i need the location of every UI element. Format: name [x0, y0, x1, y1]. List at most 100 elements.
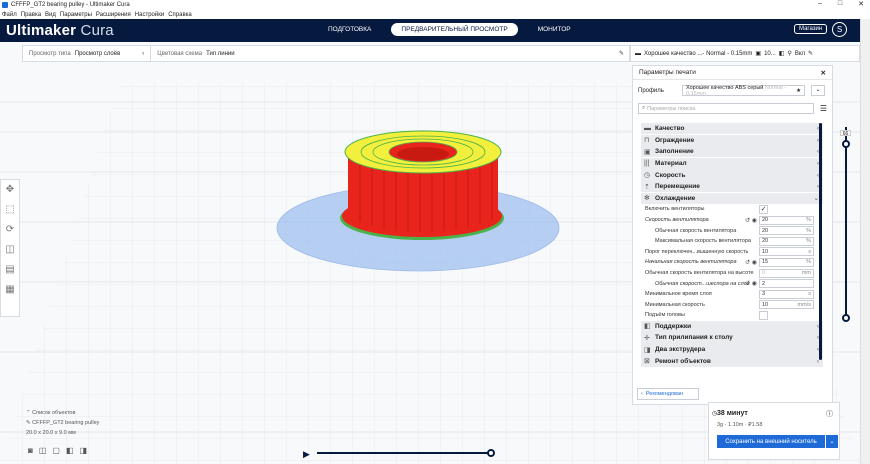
max-fan-speed-input[interactable]: 20%: [759, 236, 814, 246]
rotate-tool-icon[interactable]: ⟳: [4, 224, 16, 238]
layer-slider-top-handle[interactable]: [842, 140, 850, 148]
layer-number-label[interactable]: 66: [840, 130, 851, 137]
category-shell[interactable]: ⊓ Ограждение ‹: [641, 134, 823, 146]
close-window-button[interactable]: ✕: [858, 0, 864, 8]
front-view-icon[interactable]: ◫: [39, 446, 47, 455]
menu-edit[interactable]: Правка: [21, 12, 41, 18]
min-layer-time-input[interactable]: 3s: [759, 289, 814, 299]
recommended-button[interactable]: ‹ Рекомендован: [637, 388, 699, 400]
top-view-icon[interactable]: ▢: [52, 446, 60, 455]
category-travel[interactable]: ⇡ Перемещение ‹: [641, 180, 823, 193]
fan-layer-input[interactable]: 2: [759, 279, 814, 289]
category-adhesion[interactable]: ✛ Тип прилипания к столу ‹: [641, 332, 823, 344]
setting-fan-threshold: Порог переключен...вышенную скорость 10 s: [641, 247, 823, 258]
object-dimensions: 20.0 x 20.0 x 9.0 мм: [26, 430, 76, 436]
reset-icon[interactable]: ↺ ◉: [745, 217, 757, 224]
settings-list: ▬ Качество ‹ ⊓ Ограждение ‹ ▣ Заполнение ‹ |||…: [641, 123, 823, 393]
layer-slider-track[interactable]: [845, 127, 847, 319]
menu-view[interactable]: Вид: [45, 12, 56, 18]
category-material[interactable]: ||| Материал ‹: [641, 157, 823, 170]
support-blocker-icon[interactable]: ▦: [4, 284, 16, 298]
left-view-icon[interactable]: ◧: [66, 446, 74, 455]
scale-tool-icon[interactable]: ⬚: [4, 204, 16, 218]
category-dual-extrusion[interactable]: ◨ Два экструдера ‹: [641, 343, 823, 356]
settings-menu-icon[interactable]: ☰: [820, 104, 827, 113]
panel-title: Параметры печати: [639, 69, 696, 76]
fan-speed-input[interactable]: 20%: [759, 215, 814, 225]
move-tool-icon[interactable]: ✥: [4, 184, 16, 198]
chevron-down-icon[interactable]: ⌄: [826, 435, 838, 448]
marketplace-button[interactable]: Магазин: [794, 24, 828, 34]
chevron-left-icon[interactable]: ‹: [142, 51, 144, 57]
chevron-icon[interactable]: ⌃: [26, 410, 31, 416]
view-type-toolbar: Просмотр типа Просмотр слоёв ‹ Цветовая …: [22, 45, 630, 62]
menu-file[interactable]: Файл: [2, 12, 17, 18]
setting-lift-head: Подъём головы: [641, 310, 823, 321]
info-icon[interactable]: ⓘ: [826, 409, 833, 419]
right-view-icon[interactable]: ◨: [80, 446, 88, 455]
path-slider-handle[interactable]: [487, 449, 495, 457]
setting-fan-layer: Обычная скорост...шеспора на слое ↺ ◉ 2: [641, 278, 823, 289]
tab-prepare[interactable]: ПОДГОТОВКА: [318, 23, 381, 36]
category-mesh-fixes[interactable]: ⊠ Ремонт объектов ‹: [641, 355, 823, 367]
fan-height-input[interactable]: 0 mm: [759, 268, 814, 278]
menu-preferences[interactable]: Настройки: [135, 12, 164, 18]
maximize-button[interactable]: □: [838, 0, 842, 8]
setting-fan-speed: Скорость вентилятора ↺ ◉ 20%: [641, 215, 823, 226]
material-estimate: 3g · 1.10m · ₽1.58: [717, 422, 763, 428]
print-time: 38 минут: [717, 410, 748, 417]
tab-monitor[interactable]: МОНИТОР: [528, 23, 581, 36]
reset-icon[interactable]: ↺ ◉: [745, 280, 757, 287]
play-icon[interactable]: ▶: [303, 449, 310, 460]
3d-view-icon[interactable]: ◙: [28, 446, 33, 455]
menu-settings[interactable]: Параметры: [60, 12, 92, 18]
travel-icon: ⇡: [644, 183, 650, 191]
ultimaker-cura-logo: Ultimaker Cura: [6, 22, 114, 39]
print-estimate-panel: ◷ 38 минут ⓘ 3g · 1.10m · ₽1.58 Сохранит…: [708, 402, 840, 460]
category-support[interactable]: ◧ Поддержки ‹: [641, 320, 823, 332]
lift-head-checkbox[interactable]: [759, 310, 768, 320]
reset-icon[interactable]: ↺ ◉: [745, 259, 757, 266]
view-type-select[interactable]: Просмотр слоёв: [75, 51, 121, 57]
account-avatar[interactable]: S: [832, 22, 847, 37]
settings-search-input[interactable]: ⌕ Параметры поиска: [638, 103, 814, 114]
star-icon[interactable]: ★: [796, 88, 801, 94]
category-cooling[interactable]: ✻ Охлаждение ⌄: [641, 192, 823, 204]
category-quality[interactable]: ▬ Качество ‹: [641, 123, 823, 135]
regular-fan-speed-input[interactable]: 20%: [759, 226, 814, 236]
fan-threshold-input[interactable]: 10 s: [759, 247, 814, 257]
min-speed-input[interactable]: 10 mm/s: [759, 300, 814, 310]
material-icon: |||: [644, 159, 650, 167]
stage-tabs: ПОДГОТОВКА ПРЕДВАРИТЕЛЬНЫЙ ПРОСМОТР МОНИ…: [318, 23, 581, 36]
infill-icon: ▣: [644, 148, 651, 156]
profile-select[interactable]: Хорошее качество ABS серый Normal - 0.15…: [682, 85, 805, 97]
menu-bar: Файл Правка Вид Параметры Расширения Нас…: [0, 10, 870, 19]
chevron-down-icon[interactable]: ⌄: [811, 85, 825, 96]
category-infill[interactable]: ▣ Заполнение ‹: [641, 146, 823, 158]
support-icon: ◧: [644, 323, 651, 331]
tab-preview[interactable]: ПРЕДВАРИТЕЛЬНЫЙ ПРОСМОТР: [391, 23, 518, 36]
menu-help[interactable]: Справка: [168, 12, 192, 18]
mirror-tool-icon[interactable]: ◫: [4, 244, 16, 258]
save-to-removable-button[interactable]: Сохранить на внешний носитель: [717, 435, 825, 448]
edit-pencil-icon[interactable]: ✎: [808, 50, 813, 57]
per-model-settings-icon[interactable]: ▤: [4, 264, 16, 278]
category-speed[interactable]: ◷ Скорость ‹: [641, 169, 823, 181]
menu-extensions[interactable]: Расширения: [96, 12, 131, 18]
setting-regular-fan-speed: Обычная скорость вентилятора 20%: [641, 225, 823, 236]
color-scheme-select[interactable]: Тип линии: [206, 51, 235, 57]
print-setup-header[interactable]: ▬ Хорошее качество ...- Normal - 0.15mm …: [630, 45, 860, 62]
close-icon[interactable]: ✕: [821, 69, 826, 77]
adhesion-icon: ⚲: [787, 51, 792, 57]
quality-icon: ▬: [644, 125, 651, 133]
path-slider-track[interactable]: [317, 452, 491, 454]
minimize-button[interactable]: –: [818, 0, 822, 8]
enable-fans-checkbox[interactable]: ✓: [759, 204, 768, 214]
speed-icon: ◷: [644, 172, 651, 180]
initial-fan-speed-input[interactable]: 15%: [759, 257, 814, 267]
edit-pencil-icon[interactable]: ✎: [619, 50, 624, 57]
layer-slider-bottom-handle[interactable]: [842, 314, 850, 322]
infill-summary: 10...: [764, 50, 776, 57]
settings-scrollbar[interactable]: [819, 123, 822, 360]
object-list-title[interactable]: Список объектов: [32, 410, 75, 416]
